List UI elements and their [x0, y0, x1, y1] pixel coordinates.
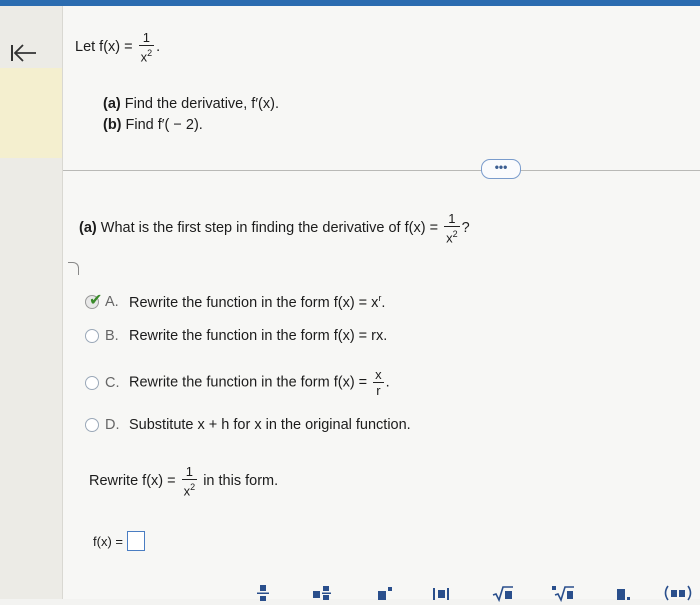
part-a: (a) Find the derivative, f′(x). — [103, 96, 279, 112]
radio-a[interactable]: ✔ — [85, 292, 102, 309]
rail-highlight — [0, 68, 62, 158]
option-d[interactable]: D. Substitute x + h for x in the origina… — [85, 417, 411, 433]
option-a[interactable]: ✔ A. Rewrite the function in the form f(… — [85, 292, 385, 311]
decimal-tool-icon[interactable] — [611, 584, 635, 604]
absolute-value-tool-icon[interactable] — [429, 584, 453, 604]
left-rail — [0, 6, 63, 599]
math-toolbar — [243, 580, 700, 605]
problem-denominator: x2 — [140, 48, 153, 65]
problem-fraction: 1 x2 — [138, 30, 155, 65]
square-root-tool-icon[interactable] — [491, 584, 515, 604]
content-panel: Let f(x) = 1 x2 . (a) Find the derivativ… — [63, 6, 700, 603]
rewrite-fraction: 1 x2 — [181, 464, 198, 499]
more-button[interactable]: ••• — [481, 159, 521, 179]
fraction-tool-icon[interactable] — [251, 584, 275, 604]
part-b: (b) Find f′( − 2). — [103, 117, 203, 133]
parentheses-tool-icon[interactable] — [661, 584, 695, 604]
problem-parts: (a) Find the derivative, f′(x). (b) Find… — [103, 94, 279, 136]
answer-label: f(x) = — [93, 533, 123, 549]
section-divider — [63, 170, 700, 171]
question-prompt: (a) What is the first step in finding th… — [79, 211, 470, 246]
answer-input[interactable] — [126, 531, 145, 551]
answer-row: f(x) = — [93, 531, 145, 551]
radio-c[interactable] — [85, 375, 99, 390]
pen-mark — [68, 262, 79, 275]
rewrite-instruction: Rewrite f(x) = 1 x2 in this form. — [89, 464, 279, 499]
radio-d[interactable] — [85, 418, 99, 432]
problem-suffix: . — [156, 38, 161, 55]
problem-numerator: 1 — [142, 30, 151, 45]
back-arrow-icon[interactable] — [8, 42, 40, 64]
option-b[interactable]: B. Rewrite the function in the form f(x)… — [85, 328, 387, 344]
option-c[interactable]: C. Rewrite the function in the form f(x)… — [85, 367, 390, 398]
problem-prefix: Let f(x) = — [75, 38, 133, 55]
problem-statement: Let f(x) = 1 x2 . — [75, 30, 160, 64]
question-fraction: 1 x2 — [444, 211, 460, 246]
checkmark-icon: ✔ — [89, 291, 103, 309]
exponent-tool-icon[interactable] — [373, 584, 397, 604]
mixed-number-tool-icon[interactable] — [311, 584, 335, 604]
radio-b[interactable] — [85, 329, 99, 343]
nth-root-tool-icon[interactable] — [551, 584, 575, 604]
